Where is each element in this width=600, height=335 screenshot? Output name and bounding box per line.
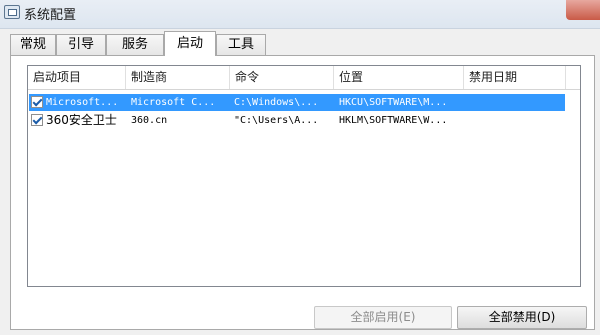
startup-items-list[interactable]: 启动项目 制造商 命令 位置 禁用日期 Microsoft... Microso… — [27, 65, 581, 287]
disable-all-button[interactable]: 全部禁用(D) — [457, 306, 587, 329]
tab-services[interactable]: 服务 — [106, 34, 164, 55]
column-startup-item[interactable]: 启动项目 — [28, 66, 126, 89]
cell-startup-item: Microsoft... — [46, 97, 119, 108]
list-header: 启动项目 制造商 命令 位置 禁用日期 — [28, 66, 580, 90]
column-manufacturer[interactable]: 制造商 — [126, 66, 230, 89]
cell-disable-date — [469, 112, 565, 129]
cell-disable-date — [469, 94, 565, 111]
table-row[interactable]: Microsoft... Microsoft C... C:\Windows\.… — [29, 94, 565, 111]
cell-location: HKCU\SOFTWARE\M... — [339, 97, 448, 108]
column-command[interactable]: 命令 — [230, 66, 334, 89]
cell-command: "C:\Users\A... — [234, 115, 319, 126]
cell-manufacturer: 360.cn — [131, 115, 168, 126]
cell-manufacturer: Microsoft C... — [131, 97, 216, 108]
cell-location: HKLM\SOFTWARE\W... — [339, 115, 448, 126]
row-checkbox[interactable] — [31, 114, 43, 126]
close-button[interactable] — [566, 0, 600, 20]
table-row[interactable]: 360安全卫士 360.cn "C:\Users\A... HKLM\SOFTW… — [29, 112, 565, 129]
column-disable-date[interactable]: 禁用日期 — [464, 66, 566, 89]
column-location[interactable]: 位置 — [334, 66, 464, 89]
row-checkbox[interactable] — [31, 96, 43, 108]
cell-command: C:\Windows\... — [234, 97, 319, 108]
window-title: 系统配置 — [24, 8, 77, 23]
system-config-icon — [4, 5, 20, 19]
startup-panel: 启动项目 制造商 命令 位置 禁用日期 Microsoft... Microso… — [10, 55, 595, 330]
tab-startup[interactable]: 启动 — [164, 31, 216, 56]
tab-boot[interactable]: 引导 — [56, 34, 106, 55]
title-bar: 系统配置 — [0, 0, 600, 29]
enable-all-button[interactable]: 全部启用(E) — [314, 306, 452, 329]
cell-startup-item: 360安全卫士 — [46, 113, 117, 127]
tab-general[interactable]: 常规 — [10, 34, 56, 55]
tab-tools[interactable]: 工具 — [216, 34, 266, 55]
